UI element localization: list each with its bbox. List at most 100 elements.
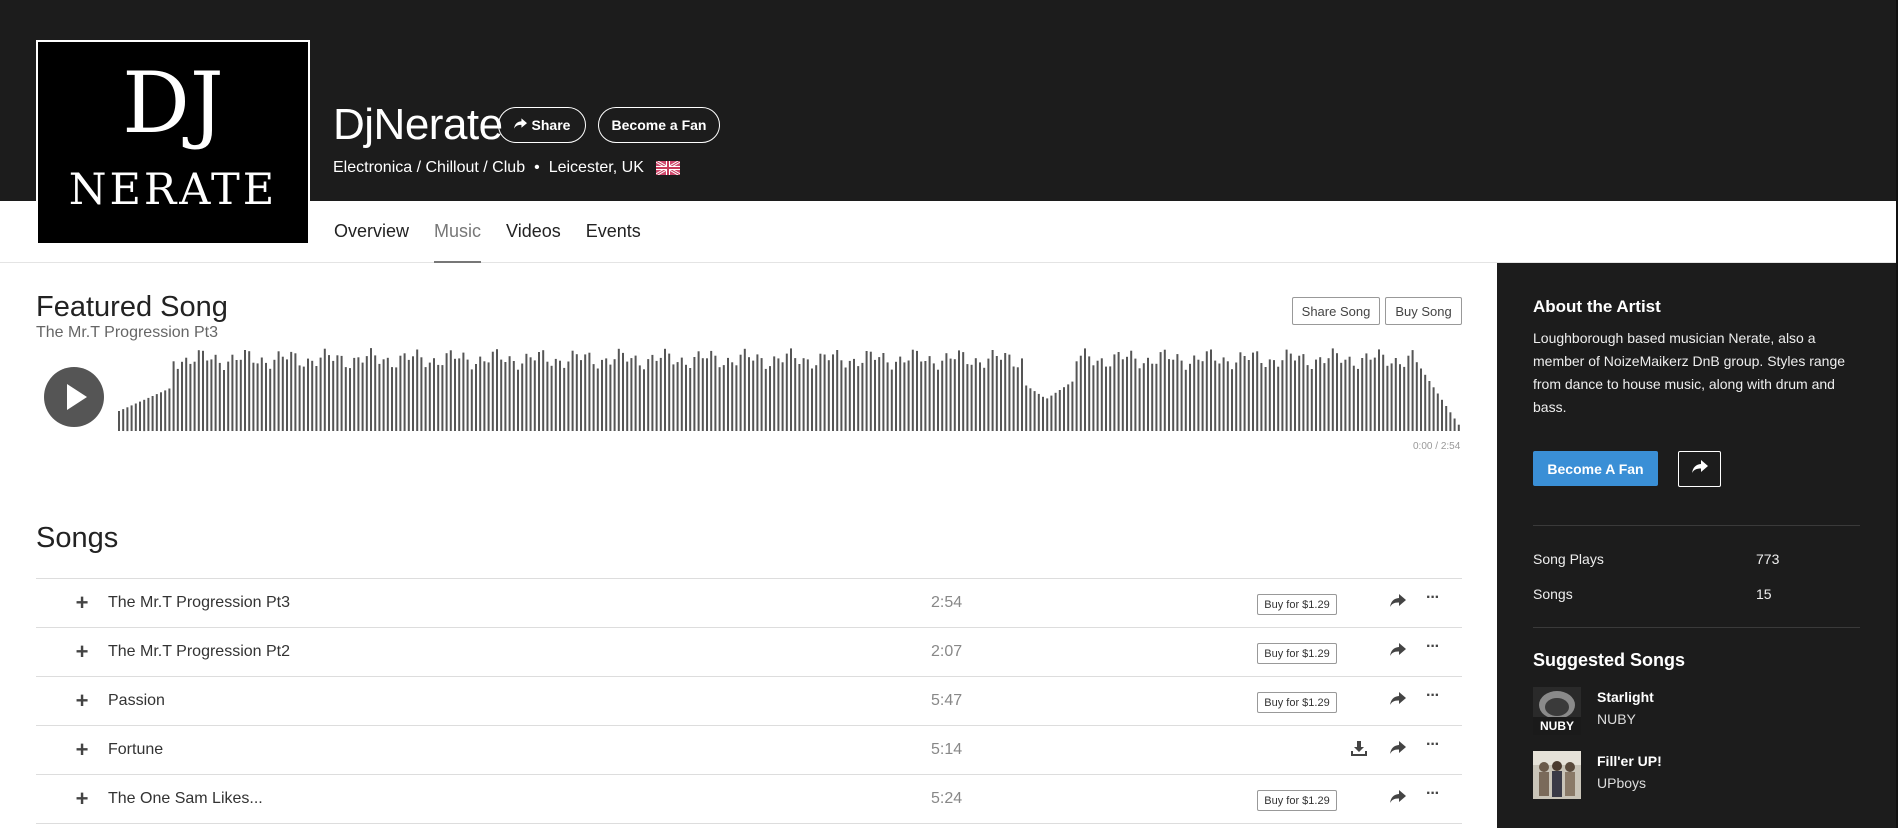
more-dots-icon[interactable]: ··· <box>1426 589 1440 607</box>
song-duration: 5:47 <box>931 692 963 709</box>
waveform-bar <box>676 362 679 431</box>
waveform-bar <box>1457 424 1460 431</box>
waveform-bar <box>1218 363 1221 431</box>
waveform-bar <box>752 360 755 431</box>
song-title[interactable]: The Mr.T Progression Pt2 <box>108 643 290 661</box>
song-title[interactable]: The Mr.T Progression Pt3 <box>108 594 290 612</box>
tab-videos[interactable]: Videos <box>506 201 561 263</box>
waveform-bar <box>760 358 763 431</box>
suggested-song-item[interactable]: Fill'er UP! UPboys <box>1533 751 1853 801</box>
waveform-bar <box>298 365 301 431</box>
share-button[interactable]: Share <box>498 107 586 143</box>
waveform-bar <box>911 349 914 431</box>
song-title[interactable]: Fortune <box>108 741 163 759</box>
waveform-bar <box>832 354 834 431</box>
share-arrow-icon[interactable] <box>1390 692 1406 711</box>
waveform-bar <box>1281 360 1284 431</box>
waveform-bar <box>160 392 162 432</box>
stat-value-songs: 15 <box>1756 586 1772 602</box>
waveform-bar <box>1121 359 1124 431</box>
waveform-bar <box>1201 361 1204 431</box>
waveform-bar <box>290 351 293 431</box>
waveform-bar <box>1142 363 1145 431</box>
waveform-bar <box>403 353 406 431</box>
waveform-bar <box>1373 357 1376 431</box>
plus-icon[interactable]: + <box>74 737 90 763</box>
share-arrow-icon[interactable] <box>1390 594 1406 613</box>
waveform-bar <box>1058 390 1061 431</box>
suggested-song-item[interactable]: NUBY Starlight NUBY <box>1533 687 1853 737</box>
tab-music[interactable]: Music <box>434 201 482 263</box>
waveform-bar <box>1352 365 1355 431</box>
become-fan-button[interactable]: Become a Fan <box>598 107 720 143</box>
waveform-bar <box>176 368 179 431</box>
waveform-bar <box>1453 418 1456 431</box>
waveform-bar <box>319 357 322 431</box>
tab-events[interactable]: Events <box>586 201 641 263</box>
waveform-scrubber[interactable] <box>118 345 1464 433</box>
download-icon[interactable] <box>1351 741 1367 761</box>
waveform-bar <box>1268 359 1271 431</box>
featured-song-title[interactable]: The Mr.T Progression Pt3 <box>36 324 218 342</box>
waveform-bar <box>1046 398 1049 431</box>
suggested-song-title: Fill'er UP! <box>1597 753 1662 769</box>
waveform-bar <box>328 355 330 431</box>
buy-song-button[interactable]: Buy for $1.29 <box>1257 643 1337 664</box>
waveform-bar <box>953 359 956 431</box>
waveform-bar <box>1256 351 1259 431</box>
sidebar-become-fan-button[interactable]: Become A Fan <box>1533 451 1658 486</box>
tab-overview[interactable]: Overview <box>334 201 409 263</box>
waveform-bar <box>1415 362 1418 431</box>
waveform-bar <box>1235 362 1238 431</box>
plus-icon[interactable]: + <box>74 688 90 714</box>
waveform-bar <box>865 351 868 431</box>
more-dots-icon[interactable]: ··· <box>1426 638 1440 656</box>
share-arrow-icon[interactable] <box>1390 643 1406 662</box>
waveform-bar <box>269 368 272 431</box>
waveform-bar <box>664 348 666 431</box>
waveform-bar <box>143 399 146 432</box>
song-title[interactable]: Passion <box>108 692 165 710</box>
waveform-bar <box>1000 359 1002 431</box>
share-song-button[interactable]: Share Song <box>1292 297 1380 325</box>
song-row: + The One Sam Likes... 5:24 Buy for $1.2… <box>36 775 1462 824</box>
waveform-bar <box>983 367 986 431</box>
buy-song-button[interactable]: Buy Song <box>1385 297 1462 325</box>
more-dots-icon[interactable]: ··· <box>1426 736 1440 754</box>
waveform-bar <box>836 350 839 431</box>
plus-icon[interactable]: + <box>74 786 90 812</box>
buy-song-button[interactable]: Buy for $1.29 <box>1257 594 1337 615</box>
song-title[interactable]: The One Sam Likes... <box>108 790 263 808</box>
waveform-bar <box>995 356 998 431</box>
waveform-bar <box>525 353 528 431</box>
waveform-bar <box>773 356 776 431</box>
sidebar-share-button[interactable] <box>1678 451 1721 487</box>
waveform-bar <box>1033 391 1036 431</box>
waveform-bar <box>197 350 200 431</box>
waveform-bar <box>344 367 347 431</box>
waveform-bar <box>1399 364 1401 431</box>
more-dots-icon[interactable]: ··· <box>1426 785 1440 803</box>
play-button[interactable] <box>44 367 104 427</box>
share-arrow-icon[interactable] <box>1390 741 1406 760</box>
waveform-bar <box>311 360 314 431</box>
waveform-bar <box>1231 369 1233 431</box>
waveform-bar <box>1243 356 1246 431</box>
waveform-bar <box>1088 356 1091 431</box>
artist-meta: Electronica / Chillout / Club • Leiceste… <box>333 159 681 177</box>
more-dots-icon[interactable]: ··· <box>1426 687 1440 705</box>
waveform-bar <box>1273 360 1275 431</box>
plus-icon[interactable]: + <box>74 639 90 665</box>
waveform-bar <box>1294 360 1296 431</box>
waveform-bar <box>777 358 780 431</box>
suggested-song-thumbnail <box>1533 751 1581 799</box>
share-button-label: Share <box>531 117 571 133</box>
share-arrow-icon[interactable] <box>1390 790 1406 809</box>
waveform-bar <box>538 352 540 431</box>
plus-icon[interactable]: + <box>74 590 90 616</box>
waveform-bar <box>508 356 511 431</box>
waveform-bar <box>1361 358 1364 431</box>
waveform-bar <box>1378 349 1380 431</box>
buy-song-button[interactable]: Buy for $1.29 <box>1257 692 1337 713</box>
buy-song-button[interactable]: Buy for $1.29 <box>1257 790 1337 811</box>
